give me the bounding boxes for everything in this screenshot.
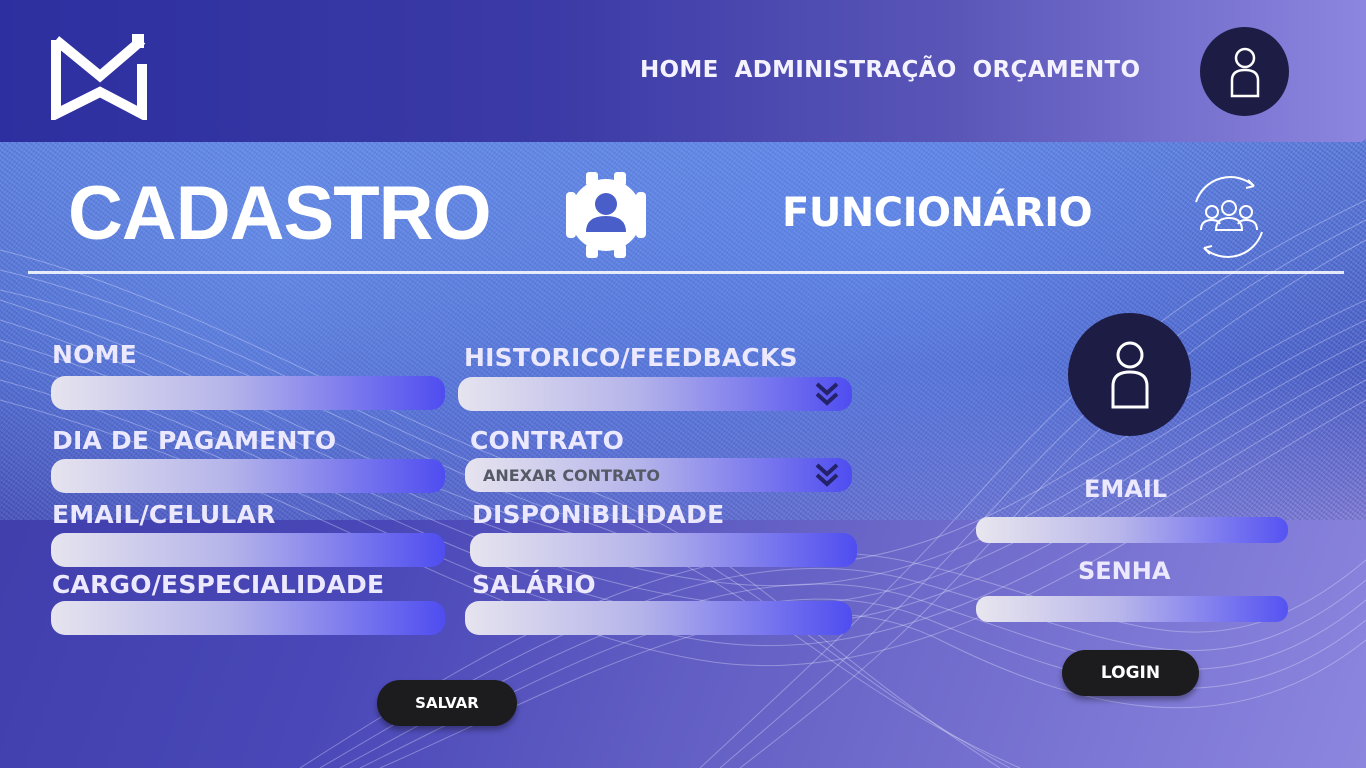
nav-orcamento[interactable]: ORÇAMENTO [973,57,1141,83]
disponibilidade-label: DISPONIBILIDADE [472,500,725,529]
historico-feedbacks-select[interactable] [458,377,852,411]
salvar-button[interactable]: SALVAR [377,680,517,726]
dia-pagamento-input[interactable] [51,459,445,493]
salario-label: SALÁRIO [472,570,596,599]
cargo-especialidade-input[interactable] [51,601,445,635]
dia-pagamento-label: DIA DE PAGAMENTO [52,426,337,455]
team-refresh-icon [1195,176,1263,258]
login-email-label: EMAIL [1084,475,1168,503]
double-chevron-down-icon[interactable] [813,459,841,489]
user-icon [1230,47,1259,97]
disponibilidade-input[interactable] [470,533,857,567]
login-email-input[interactable] [976,517,1288,543]
nome-label: NOME [52,340,137,369]
user-gear-icon [566,172,646,258]
user-icon [1111,341,1148,408]
nome-input[interactable] [51,376,445,410]
top-header: HOME ADMINISTRAÇÃO ORÇAMENTO [0,0,1366,142]
double-chevron-down-icon[interactable] [813,378,841,408]
login-senha-input[interactable] [976,596,1288,622]
nav-administracao[interactable]: ADMINISTRAÇÃO [735,57,957,83]
login-avatar [1068,313,1191,436]
brand-logo-icon[interactable] [50,34,148,120]
title-divider [28,271,1344,274]
page-title: CADASTRO [68,171,492,256]
email-celular-label: EMAIL/CELULAR [52,500,276,529]
login-senha-label: SENHA [1078,557,1171,585]
profile-avatar-button[interactable] [1200,27,1289,116]
contrato-upload-input[interactable] [465,458,852,492]
main-nav: HOME ADMINISTRAÇÃO ORÇAMENTO [640,57,1140,83]
login-button[interactable]: LOGIN [1062,650,1199,696]
historico-feedbacks-label: HISTORICO/FEEDBACKS [464,343,798,372]
contrato-label: CONTRATO [470,426,625,455]
section-title: FUNCIONÁRIO [782,190,1093,236]
email-celular-input[interactable] [51,533,445,567]
salario-input[interactable] [465,601,852,635]
cargo-especialidade-label: CARGO/ESPECIALIDADE [52,570,385,599]
nav-home[interactable]: HOME [640,57,719,83]
